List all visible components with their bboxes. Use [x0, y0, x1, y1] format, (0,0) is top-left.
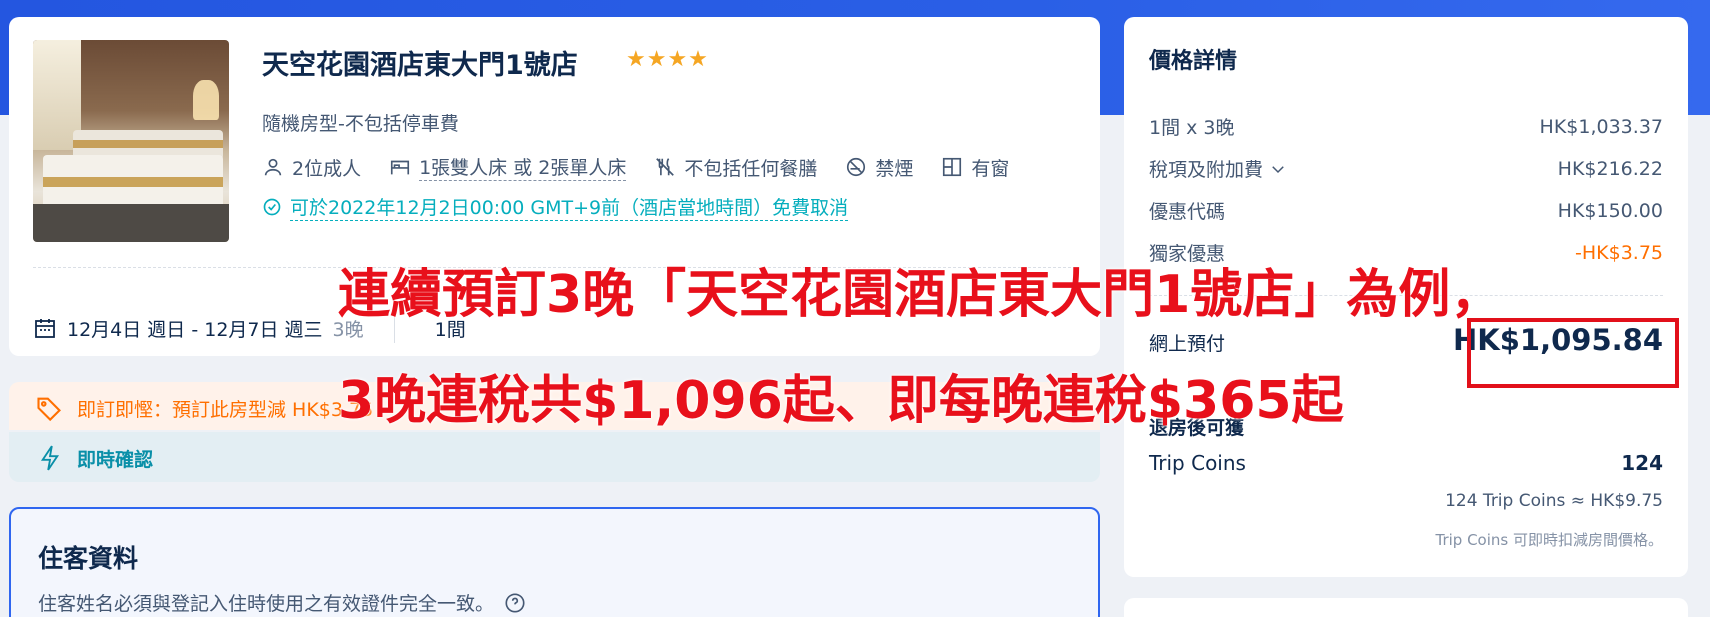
star-rating: ★★★★ — [626, 47, 709, 72]
chevron-down-icon — [1272, 165, 1284, 173]
check-circle-icon — [263, 198, 281, 216]
price-label: 稅項及附加費 — [1149, 159, 1264, 181]
price-row-room: 1間 x 3晚 HK$1,033.37 — [1149, 113, 1663, 140]
lightning-icon — [40, 445, 60, 471]
bed-icon — [391, 160, 410, 175]
date-range[interactable]: 12月4日 週日 - 12月7日 週三 — [67, 315, 323, 342]
price-value: HK$1,033.37 — [1539, 115, 1663, 138]
utensils-icon — [656, 158, 675, 176]
hotel-room-photo[interactable] — [33, 40, 229, 242]
price-value: HK$216.22 — [1557, 157, 1663, 180]
hotel-name: 天空花園酒店東大門1號店 — [262, 50, 578, 81]
annotation-line-1: 連續預訂3晚「天空花園酒店東大門1號店」為例， — [338, 265, 1503, 325]
price-label: 優惠代碼 — [1149, 201, 1226, 223]
guest-note-text: 住客姓名必須與登記入住時使用之有效證件完全一致。 — [38, 593, 495, 615]
amenities-row: 2位成人 1張雙人床 或 2張單人床 不包括任何餐膳 禁煙 有窗 — [262, 153, 1009, 181]
guest-info-title: 住客資料 — [38, 544, 139, 573]
price-label: 1間 x 3晚 — [1149, 117, 1235, 139]
meals-label: 不包括任何餐膳 — [684, 157, 818, 180]
bed-label[interactable]: 1張雙人床 或 2張單人床 — [419, 153, 627, 181]
trip-coins-label: Trip Coins — [1149, 451, 1246, 475]
amenity-guests: 2位成人 — [262, 153, 361, 181]
amenity-window: 有窗 — [941, 153, 1009, 181]
free-cancellation[interactable]: 可於2022年12月2日00:00 GMT+9前（酒店當地時間）免費取消 — [262, 193, 849, 221]
window-label: 有窗 — [971, 157, 1010, 180]
promo-text: 即訂即慳：預訂此房型減 HK$3.75 — [77, 398, 374, 421]
trip-coins-note: Trip Coins 可即時扣減房間價格。 — [1435, 531, 1664, 549]
taxes-toggle[interactable]: 稅項及附加費 — [1149, 155, 1287, 182]
price-value: -HK$3.75 — [1575, 241, 1663, 264]
guest-info-note: 住客姓名必須與登記入住時使用之有效證件完全一致。 — [38, 589, 526, 616]
no-smoking-icon — [847, 157, 866, 177]
amenity-bed[interactable]: 1張雙人床 或 2張單人床 — [389, 153, 627, 181]
smoking-label: 禁煙 — [875, 157, 914, 180]
total-highlight-box — [1467, 318, 1679, 388]
trip-coins-value: 124 — [1621, 451, 1663, 475]
price-value: HK$150.00 — [1557, 199, 1663, 222]
secondary-card — [1124, 598, 1688, 617]
guest-info-card: 住客資料 住客姓名必須與登記入住時使用之有效證件完全一致。 — [9, 507, 1100, 617]
online-prepay-label: 網上預付 — [1149, 333, 1226, 355]
annotation-line-2: 3晚連稅共$1,096起、即每晚連稅$365起 — [338, 371, 1344, 431]
trip-coins-conversion: 124 Trip Coins ≈ HK$9.75 — [1445, 491, 1663, 511]
amenity-meals: 不包括任何餐膳 — [654, 153, 817, 181]
tag-icon — [37, 397, 61, 422]
cancellation-text[interactable]: 可於2022年12月2日00:00 GMT+9前（酒店當地時間）免費取消 — [290, 193, 849, 221]
price-details-title: 價格詳情 — [1149, 49, 1238, 74]
calendar-icon — [35, 319, 55, 338]
price-row-taxes[interactable]: 稅項及附加費 HK$216.22 — [1149, 155, 1663, 182]
amenity-smoking: 禁煙 — [845, 153, 913, 181]
price-row-promo-code: 優惠代碼 HK$150.00 — [1149, 197, 1663, 224]
room-type: 隨機房型-不包括停車費 — [262, 113, 459, 135]
window-icon — [943, 157, 962, 177]
help-icon[interactable] — [504, 592, 526, 614]
guests-label: 2位成人 — [292, 157, 362, 180]
trip-coins-row: Trip Coins 124 — [1149, 451, 1663, 475]
instant-confirm-bar: 即時確認 — [9, 432, 1100, 482]
instant-confirm-text: 即時確認 — [77, 448, 154, 471]
person-icon — [264, 158, 282, 176]
